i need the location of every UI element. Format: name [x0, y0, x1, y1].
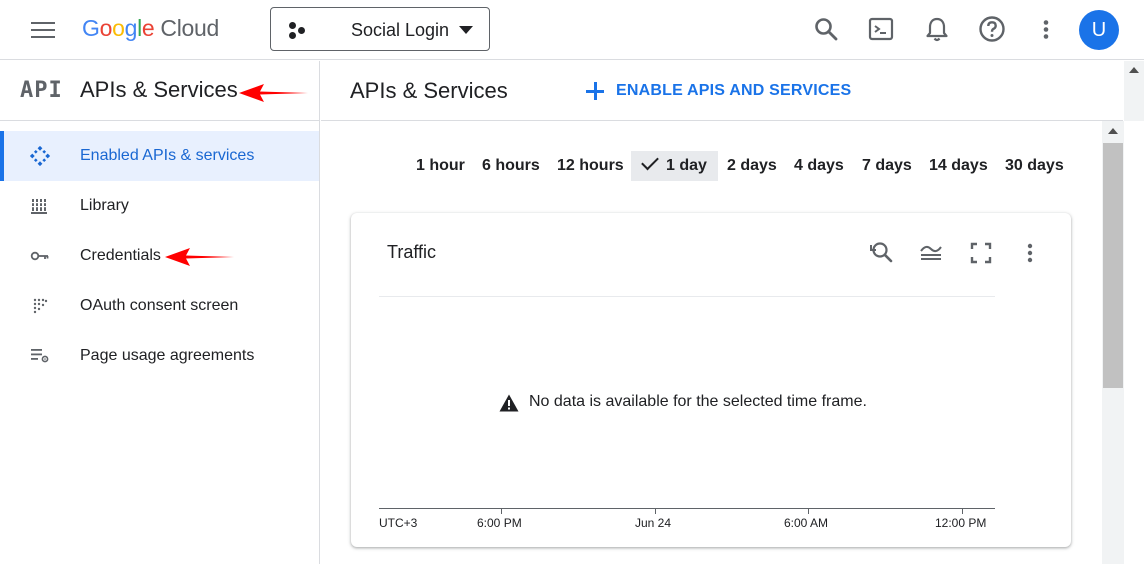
time-range-option[interactable]: 4 days	[783, 151, 855, 181]
check-icon	[641, 152, 659, 171]
logo-cloud-text: Cloud	[160, 15, 220, 41]
api-icon: API	[20, 78, 63, 103]
fullscreen-icon[interactable]	[967, 239, 995, 267]
scrollbar-thumb[interactable]	[1103, 143, 1123, 388]
logo-letter: o	[99, 15, 113, 41]
sidebar-item-page-usage[interactable]: Page usage agreements	[0, 331, 319, 381]
x-axis-tick-label: UTC+3	[379, 516, 418, 530]
legend-icon[interactable]	[917, 239, 945, 267]
project-name: Social Login	[351, 20, 450, 40]
sidebar-item-label: Enabled APIs & services	[80, 147, 255, 164]
time-range-option[interactable]: 12 hours	[546, 151, 635, 181]
library-icon	[31, 199, 47, 214]
traffic-card: Traffic No data is available for the sel…	[351, 213, 1071, 547]
empty-state-text: No data is available for the selected ti…	[529, 393, 867, 410]
page-header: APIs & Services ENABLE APIS AND SERVICES	[321, 61, 1123, 121]
time-range-option[interactable]: 1 hour	[405, 151, 476, 181]
sidebar-item-enabled-apis[interactable]: Enabled APIs & services	[0, 131, 319, 181]
notifications-icon[interactable]	[922, 14, 952, 44]
more-vert-icon[interactable]	[1031, 14, 1061, 44]
sidebar-item-label: Page usage agreements	[80, 347, 255, 364]
chevron-down-icon	[459, 26, 473, 34]
avatar[interactable]: U	[1079, 10, 1119, 50]
sidebar-item-library[interactable]: Library	[0, 181, 319, 231]
scroll-up-arrow-icon[interactable]	[1129, 67, 1139, 73]
search-icon[interactable]	[811, 14, 841, 44]
google-cloud-logo[interactable]: Google Cloud	[82, 15, 219, 42]
plus-icon	[585, 81, 605, 101]
x-axis-tick-label: Jun 24	[635, 516, 672, 530]
oauth-consent-icon	[33, 298, 48, 314]
enabled-apis-icon	[30, 146, 50, 166]
sidebar: API APIs & Services Enabled APIs & servi…	[0, 61, 320, 564]
project-picker[interactable]: Social Login	[270, 7, 490, 51]
scroll-up-arrow-icon[interactable]	[1108, 128, 1118, 134]
sidebar-item-label: Library	[80, 197, 129, 214]
sidebar-item-label: OAuth consent screen	[80, 297, 239, 314]
more-vert-icon[interactable]	[1016, 239, 1044, 267]
key-icon	[30, 251, 49, 261]
top-app-bar: Google Cloud Social Login U	[0, 0, 1144, 60]
x-axis-tick-label: 12:00 PM	[935, 516, 987, 530]
annotation-arrow-icon	[165, 248, 234, 266]
card-title: Traffic	[387, 242, 437, 262]
time-range-option[interactable]: 2 days	[716, 151, 788, 181]
divider	[379, 296, 995, 297]
time-range-option[interactable]: 14 days	[918, 151, 999, 181]
sidebar-title: APIs & Services	[80, 77, 238, 102]
sidebar-item-credentials[interactable]: Credentials	[0, 231, 319, 281]
help-icon[interactable]	[977, 14, 1007, 44]
logo-letter: e	[141, 15, 155, 41]
content-scrollbar[interactable]	[1102, 121, 1124, 564]
logo-letter: g	[124, 15, 138, 41]
x-axis-tick-label: 6:00 AM	[784, 516, 829, 530]
logo-letter: o	[112, 15, 125, 41]
sidebar-item-oauth-consent[interactable]: OAuth consent screen	[0, 281, 319, 331]
project-icon	[289, 22, 309, 40]
header-scrollbar[interactable]	[1124, 61, 1144, 121]
time-range-option[interactable]: 6 hours	[471, 151, 551, 181]
warning-icon	[499, 394, 519, 412]
x-axis-tick	[501, 509, 502, 514]
page-usage-icon	[31, 349, 49, 363]
x-axis-tick	[655, 509, 656, 514]
x-axis-tick	[808, 509, 809, 514]
x-axis-tick-label: 6:00 PM	[477, 516, 522, 530]
menu-icon[interactable]	[31, 21, 55, 39]
enable-apis-button-label: ENABLE APIS AND SERVICES	[616, 82, 852, 99]
x-axis-tick	[962, 509, 963, 514]
time-range-option[interactable]: 30 days	[994, 151, 1075, 181]
time-range-option[interactable]: 7 days	[851, 151, 923, 181]
zoom-reset-icon[interactable]	[867, 239, 895, 267]
x-axis	[379, 508, 995, 509]
sidebar-item-label: Credentials	[80, 247, 161, 264]
time-range-option-selected[interactable]: 1 day	[631, 151, 718, 181]
page-title: APIs & Services	[350, 78, 508, 103]
annotation-arrow-icon	[239, 84, 308, 102]
time-range-option-label: 1 day	[666, 157, 707, 174]
cloud-shell-icon[interactable]	[866, 14, 896, 44]
logo-letter: G	[82, 15, 100, 41]
